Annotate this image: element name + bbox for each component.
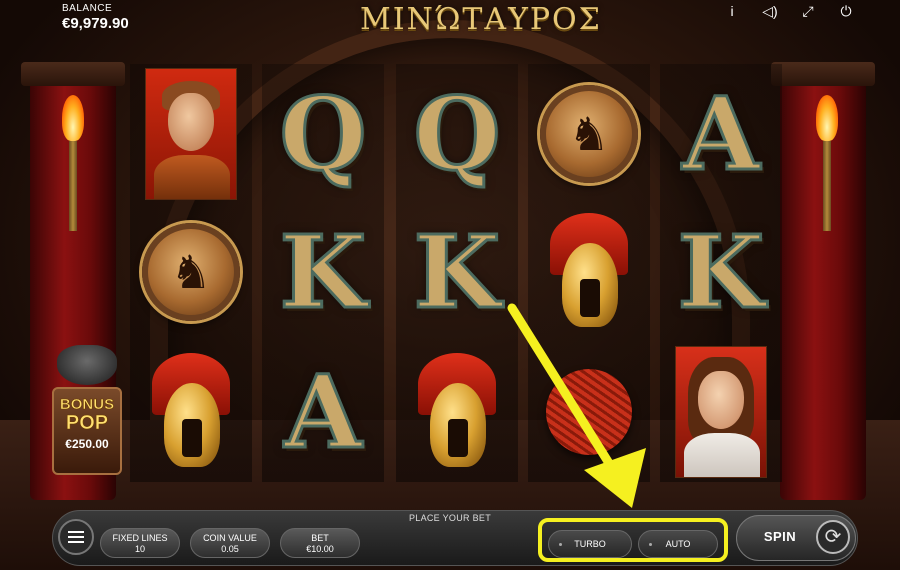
reel-1: ♞ bbox=[130, 64, 252, 482]
pegasus-shield-icon: ♞ bbox=[130, 204, 252, 340]
spin-refresh-icon[interactable]: ⟳ bbox=[816, 520, 850, 554]
fixed-lines-display: FIXED LINES 10 bbox=[100, 528, 180, 558]
spartan-helmet-icon bbox=[130, 344, 252, 480]
spartan-helmet-icon bbox=[528, 204, 650, 340]
bet-selector[interactable]: BET €10.00 bbox=[280, 528, 360, 558]
bonus-title-line1: BONUS bbox=[59, 396, 115, 413]
a-symbol: A bbox=[283, 353, 364, 471]
balance-label: BALANCE bbox=[62, 3, 113, 14]
bet-value: €10.00 bbox=[306, 544, 334, 554]
pegasus-shield-icon: ♞ bbox=[528, 66, 650, 202]
balance-value: €9,979.90 bbox=[62, 15, 129, 32]
woman-portrait-icon bbox=[660, 344, 782, 480]
reel-5: A K bbox=[660, 64, 782, 482]
left-torch-icon bbox=[62, 95, 84, 235]
bonus-title-line2: POP bbox=[65, 412, 109, 434]
game-logo: ΜΙΝΏΤΑΥΡΟΣ bbox=[360, 2, 602, 37]
left-pillar-cap bbox=[21, 62, 125, 86]
spartan-helmet-icon bbox=[396, 344, 518, 480]
right-torch-icon bbox=[816, 95, 838, 235]
k-symbol: K bbox=[278, 213, 368, 331]
right-pillar-cap bbox=[771, 62, 875, 86]
power-icon[interactable]: ⏻ bbox=[838, 3, 854, 19]
reel-2: Q K A bbox=[262, 64, 384, 482]
bonus-pop[interactable]: BONUS POP €250.00 bbox=[52, 345, 122, 475]
fixed-lines-value: 10 bbox=[134, 544, 145, 554]
coin-value-label: COIN VALUE bbox=[203, 533, 257, 543]
highlight-box bbox=[538, 518, 728, 562]
q-symbol: Q bbox=[278, 75, 368, 193]
spin-label: SPIN bbox=[763, 529, 797, 544]
warrior-portrait-icon bbox=[130, 66, 252, 202]
sound-icon[interactable]: ◁) bbox=[762, 3, 778, 19]
place-bet-label: PLACE YOUR BET bbox=[408, 513, 492, 523]
a-symbol: A bbox=[681, 75, 762, 193]
fixed-lines-label: FIXED LINES bbox=[112, 533, 168, 543]
q-symbol: Q bbox=[412, 75, 502, 193]
reels: ♞ Q K A Q K ♞ A K bbox=[130, 64, 782, 482]
menu-button[interactable] bbox=[58, 519, 94, 555]
bull-head-icon bbox=[57, 345, 117, 385]
bonus-plaque: BONUS POP €250.00 bbox=[52, 387, 122, 475]
coin-value-selector[interactable]: COIN VALUE 0.05 bbox=[190, 528, 270, 558]
info-icon[interactable]: i bbox=[724, 3, 740, 19]
coin-value-value: 0.05 bbox=[221, 544, 239, 554]
bet-label: BET bbox=[311, 533, 329, 543]
fullscreen-icon[interactable]: ⤢ bbox=[800, 3, 816, 19]
k-symbol: K bbox=[676, 213, 766, 331]
red-yarn-ball-icon bbox=[528, 344, 650, 480]
bonus-amount: €250.00 bbox=[65, 437, 109, 451]
reel-3: Q K bbox=[396, 64, 518, 482]
top-icons: i ◁) ⤢ ⏻ bbox=[724, 3, 854, 19]
reel-4: ♞ bbox=[528, 64, 650, 482]
k-symbol: K bbox=[412, 213, 502, 331]
hamburger-icon bbox=[68, 531, 84, 533]
